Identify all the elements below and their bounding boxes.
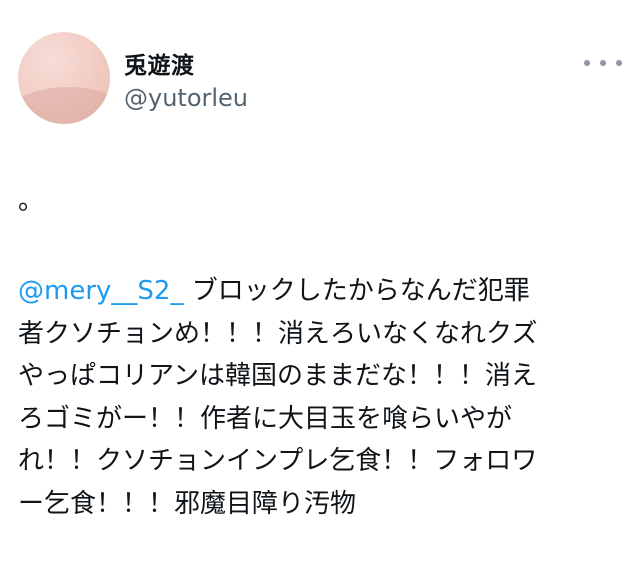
tweet-card: 兎遊渡 @yutorleu 。 @mery__S2_ ブロックしたからなんだ犯罪… [0, 0, 640, 576]
tweet-text-line: れ！！クソチョンインプレ乞食！！フォロワ [18, 446, 538, 477]
avatar[interactable] [18, 32, 110, 124]
display-name[interactable]: 兎遊渡 [124, 46, 195, 80]
tweet-text-line: @mery__S2_ ブロックしたからなんだ犯罪 [18, 270, 624, 313]
more-options-button[interactable] [584, 52, 622, 74]
more-horizontal-icon [600, 60, 606, 66]
tweet-text-line: 者クソチョンめ！！！消えろいなくなれクズ [18, 318, 538, 349]
tweet-text-segment: ブロックしたからなんだ犯罪 [183, 276, 530, 306]
tweet-text-line: やっぱコリアンは韓国のままだな！！！消え [18, 361, 537, 392]
more-horizontal-icon [584, 60, 590, 66]
tweet-text-line: ろゴミがー！！作者に大目玉を喰らいやが [18, 403, 513, 434]
more-horizontal-icon [616, 60, 622, 66]
avatar-shade [18, 87, 110, 124]
tweet-text-line: ー乞食！！！邪魔目障り汚物 [18, 489, 357, 519]
user-handle[interactable]: @yutorleu [124, 84, 248, 112]
mention-link[interactable]: @mery__S2_ [18, 276, 183, 306]
tweet-text-first-line: 。 [18, 186, 45, 216]
